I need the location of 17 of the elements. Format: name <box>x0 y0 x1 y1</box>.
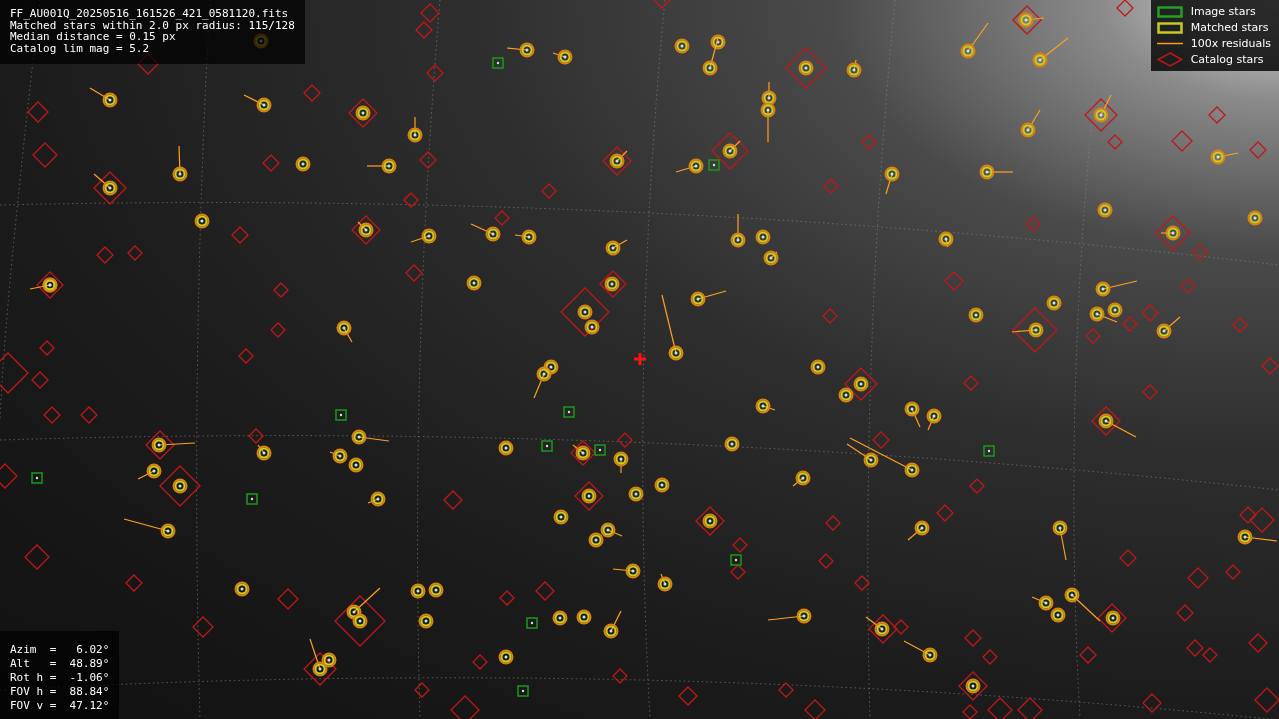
info-text: Catalog lim mag = 5.2 <box>10 42 151 54</box>
pointing-text: Alt = 48.89° <box>10 657 110 671</box>
legend-label: 100x residuals <box>1190 37 1271 50</box>
info-text: FF_AU001Q_20250516_161526_421_0581120.fits <box>10 8 290 20</box>
square-icon <box>1156 5 1183 18</box>
pointing-text: Azim = 6.02° <box>10 643 110 657</box>
legend-label: Image stars <box>1190 5 1256 18</box>
diamond-icon <box>1156 52 1183 67</box>
pointing-text: FOV v = 47.12° <box>10 699 110 713</box>
legend-label: Matched stars <box>1190 21 1269 34</box>
info-text: Matched stars within 2.0 px radius: 115/128 <box>10 19 295 31</box>
pointing-text: Rot h = -1.06° <box>10 671 110 685</box>
square-icon <box>1156 21 1183 34</box>
pointing-text: FOV h = 88.84° <box>10 685 110 699</box>
line-icon <box>1156 42 1183 45</box>
info-text: Median distance = 0.15 px <box>10 31 176 43</box>
legend-label: Catalog stars <box>1190 53 1264 66</box>
